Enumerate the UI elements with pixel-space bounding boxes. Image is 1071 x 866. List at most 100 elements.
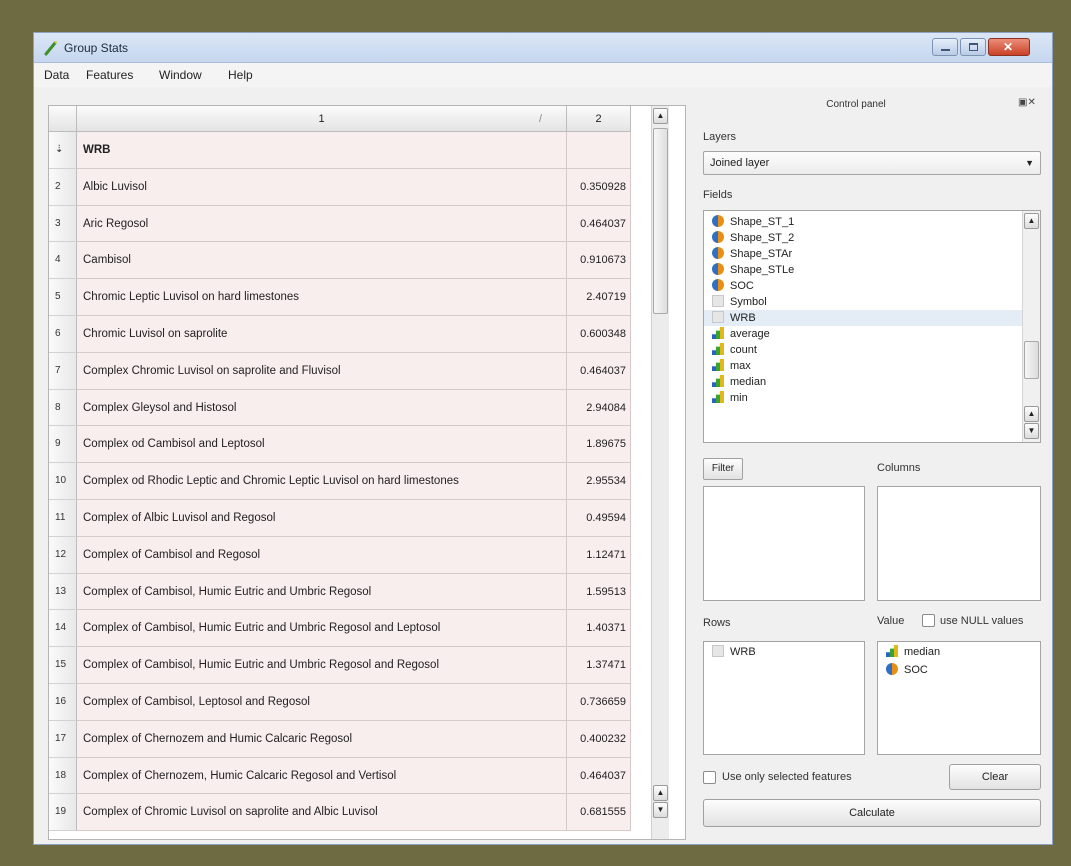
cell-value[interactable]: 2.95534	[567, 463, 631, 500]
table-row[interactable]: 6 Chromic Luvisol on saprolite 0.600348	[49, 315, 632, 353]
cell-name[interactable]: Aric Regosol	[77, 205, 567, 243]
cell-value[interactable]: 0.400232	[567, 720, 631, 758]
cell-value[interactable]: 1.12471	[567, 536, 631, 574]
row-header[interactable]: ⇣	[49, 132, 77, 169]
table-row[interactable]: 16 Complex of Cambisol, Leptosol and Rego…	[49, 683, 632, 721]
panel-dock-buttons[interactable]: ▣✕	[1018, 97, 1036, 108]
cell-value[interactable]	[567, 132, 631, 169]
cell-name[interactable]: Complex of Albic Luvisol and Regosol	[77, 499, 567, 537]
fields-list[interactable]: Shape_ST_1 Shape_ST_2 Shape_STAr Shape_STLe…	[703, 210, 1041, 443]
cell-value[interactable]: 0.49594	[567, 499, 631, 537]
null-values-checkbox[interactable]	[922, 614, 935, 627]
field-item[interactable]: average	[704, 326, 1040, 342]
cell-value[interactable]: 0.464037	[567, 205, 631, 243]
filter-button[interactable]: Filter	[703, 458, 743, 480]
table-corner[interactable]	[49, 106, 77, 132]
row-number[interactable]: 4	[49, 242, 77, 280]
selected-features-checkbox[interactable]	[703, 771, 716, 784]
fields-scrollbar[interactable]: ▲ ▲ ▼	[1022, 211, 1040, 442]
table-row[interactable]: 19 Complex of Chromic Luvisol on saprolit…	[49, 794, 632, 832]
cell-name[interactable]: Complex of Cambisol, Humic Eutric and Um…	[77, 647, 567, 684]
list-item[interactable]: WRB	[704, 644, 864, 660]
columns-drop-area[interactable]	[877, 486, 1041, 601]
field-item[interactable]: Shape_STLe	[704, 262, 1040, 278]
layer-select[interactable]: Joined layer ▼	[703, 151, 1041, 175]
field-item[interactable]: WRB	[704, 310, 1040, 326]
column-header-1[interactable]: 1	[77, 106, 567, 132]
row-number[interactable]: 13	[49, 573, 77, 611]
cell-value[interactable]: 1.59513	[567, 573, 631, 611]
cell-value[interactable]: 2.94084	[567, 389, 631, 427]
cell-value[interactable]: 0.681555	[567, 794, 631, 832]
fields-scroll-down-icon[interactable]: ▼	[1024, 423, 1039, 439]
field-item[interactable]: max	[704, 358, 1040, 374]
table-row[interactable]: 10 Complex od Rhodic Leptic and Chromic L…	[49, 463, 632, 500]
row-number[interactable]: 16	[49, 683, 77, 721]
cell-name[interactable]: Complex od Cambisol and Leptosol	[77, 426, 567, 464]
cell-value[interactable]: 0.736659	[567, 683, 631, 721]
row-number[interactable]: 9	[49, 426, 77, 464]
menu-data[interactable]: Data	[44, 68, 69, 82]
cell-name[interactable]: Cambisol	[77, 242, 567, 280]
title-bar[interactable]: Group Stats ✕	[34, 33, 1052, 63]
table-row[interactable]: 5 Chromic Leptic Luvisol on hard limeston…	[49, 279, 632, 316]
scrollbar-thumb[interactable]	[653, 128, 668, 314]
menu-help[interactable]: Help	[228, 68, 253, 82]
cell-name[interactable]: Complex Chromic Luvisol on saprolite and…	[77, 352, 567, 390]
table-row[interactable]: 13 Complex of Cambisol, Humic Eutric and …	[49, 573, 632, 611]
table-row[interactable]: 12 Complex of Cambisol and Regosol 1.12471	[49, 536, 632, 574]
menu-features[interactable]: Features	[86, 68, 133, 82]
row-number[interactable]: 12	[49, 536, 77, 574]
column-header-2[interactable]: 2	[567, 106, 631, 132]
menu-window[interactable]: Window	[159, 68, 202, 82]
row-number[interactable]: 5	[49, 279, 77, 316]
cell-name[interactable]: Complex od Rhodic Leptic and Chromic Lep…	[77, 463, 567, 500]
table-row[interactable]: 2 Albic Luvisol 0.350928	[49, 168, 632, 206]
cell-value[interactable]: 0.464037	[567, 757, 631, 795]
row-number[interactable]: 18	[49, 757, 77, 795]
scroll-up-small-arrow-icon[interactable]: ▲	[653, 785, 668, 801]
row-number[interactable]: 6	[49, 315, 77, 353]
cell-name[interactable]: Complex of Chernozem, Humic Calcaric Reg…	[77, 757, 567, 795]
cell-value[interactable]: 1.40371	[567, 610, 631, 648]
cell-name[interactable]: Complex of Cambisol, Humic Eutric and Um…	[77, 573, 567, 611]
minimize-button[interactable]	[932, 38, 958, 56]
row-number[interactable]: 17	[49, 720, 77, 758]
row-number[interactable]: 2	[49, 168, 77, 206]
table-row[interactable]: 11 Complex of Albic Luvisol and Regosol 0.…	[49, 499, 632, 537]
row-number[interactable]: 10	[49, 463, 77, 500]
cell-value[interactable]: 1.37471	[567, 647, 631, 684]
cell-value[interactable]: 0.910673	[567, 242, 631, 280]
values-drop-area[interactable]: median SOC	[877, 641, 1041, 755]
field-item[interactable]: count	[704, 342, 1040, 358]
table-row[interactable]: 3 Aric Regosol 0.464037	[49, 205, 632, 243]
field-item[interactable]: Shape_STAr	[704, 246, 1040, 262]
clear-button[interactable]: Clear	[949, 764, 1041, 790]
panel-close-icon[interactable]: ✕	[1027, 97, 1035, 108]
maximize-button[interactable]	[960, 38, 986, 56]
cell-value[interactable]: 2.40719	[567, 279, 631, 316]
cell-name[interactable]: Complex Gleysol and Histosol	[77, 389, 567, 427]
list-item[interactable]: median	[878, 644, 1040, 660]
field-item[interactable]: min	[704, 390, 1040, 406]
table-row[interactable]: 18 Complex of Chernozem, Humic Calcaric R…	[49, 757, 632, 795]
scroll-down-arrow-icon[interactable]: ▼	[653, 802, 668, 818]
table-row[interactable]: 14 Complex of Cambisol, Humic Eutric and …	[49, 610, 632, 648]
field-item[interactable]: Shape_ST_2	[704, 230, 1040, 246]
fields-scrollbar-thumb[interactable]	[1024, 341, 1039, 379]
fields-scroll-up-icon[interactable]: ▲	[1024, 213, 1039, 229]
table-row[interactable]: 9 Complex od Cambisol and Leptosol 1.89675	[49, 426, 632, 464]
table-row-group-header[interactable]: ⇣ WRB	[49, 132, 632, 169]
cell-name[interactable]: WRB	[77, 132, 567, 169]
cell-value[interactable]: 0.350928	[567, 168, 631, 206]
cell-name[interactable]: Complex of Chernozem and Humic Calcaric …	[77, 720, 567, 758]
rows-drop-area[interactable]: WRB	[703, 641, 865, 755]
cell-value[interactable]: 0.600348	[567, 315, 631, 353]
fields-scroll-up-small-icon[interactable]: ▲	[1024, 406, 1039, 422]
cell-value[interactable]: 0.464037	[567, 352, 631, 390]
filter-drop-area[interactable]	[703, 486, 865, 601]
row-number[interactable]: 7	[49, 352, 77, 390]
field-item[interactable]: SOC	[704, 278, 1040, 294]
cell-name[interactable]: Chromic Luvisol on saprolite	[77, 315, 567, 353]
field-item[interactable]: Symbol	[704, 294, 1040, 310]
